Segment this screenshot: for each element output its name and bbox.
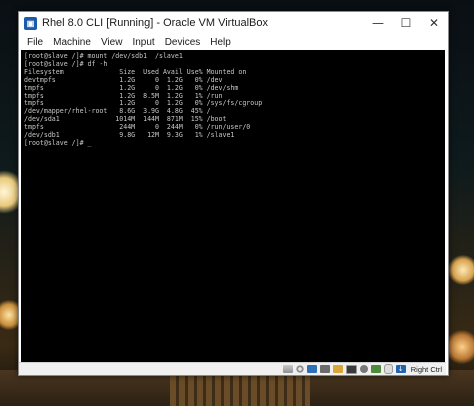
virtualbox-app-icon: ▣: [24, 16, 37, 30]
terminal-prompt-line: [root@slave /]# _: [24, 138, 92, 147]
menu-machine[interactable]: Machine: [48, 37, 96, 48]
terminal-output: [root@slave /]# mount /dev/sdb1 /slave1[…: [21, 50, 445, 148]
menu-view[interactable]: View: [96, 37, 128, 48]
network-icon[interactable]: [306, 365, 317, 373]
display-icon[interactable]: [345, 364, 357, 374]
host-key-arrow-icon: ↓: [395, 365, 406, 373]
maximize-button[interactable]: ☐: [392, 12, 420, 34]
shared-folder-icon[interactable]: [332, 365, 343, 373]
menu-bar: File Machine View Input Devices Help: [19, 34, 448, 50]
host-key-label: Right Ctrl: [410, 364, 442, 374]
recording-icon[interactable]: [359, 365, 368, 373]
background-lamp: [448, 255, 474, 285]
window-title: Rhel 8.0 CLI [Running] - Oracle VM Virtu…: [42, 17, 269, 29]
optical-drive-icon[interactable]: [295, 365, 304, 373]
status-bar: ↓ Right Ctrl: [19, 362, 446, 375]
menu-input[interactable]: Input: [127, 37, 159, 48]
minimize-button[interactable]: —: [364, 12, 392, 34]
menu-file[interactable]: File: [22, 37, 48, 48]
close-button[interactable]: ✕: [420, 12, 448, 34]
usb-icon[interactable]: [319, 365, 330, 373]
virtualbox-window[interactable]: ▣ Rhel 8.0 CLI [Running] - Oracle VM Vir…: [18, 11, 449, 376]
menu-devices[interactable]: Devices: [160, 37, 206, 48]
hard-disk-icon[interactable]: [282, 365, 293, 373]
mouse-integration-icon[interactable]: [383, 364, 393, 374]
vm-console-screen[interactable]: [root@slave /]# mount /dev/sdb1 /slave1[…: [21, 50, 445, 362]
cpu-icon[interactable]: [370, 365, 381, 373]
menu-help[interactable]: Help: [205, 37, 236, 48]
background-lamp: [445, 330, 474, 364]
title-bar[interactable]: ▣ Rhel 8.0 CLI [Running] - Oracle VM Vir…: [19, 12, 448, 34]
